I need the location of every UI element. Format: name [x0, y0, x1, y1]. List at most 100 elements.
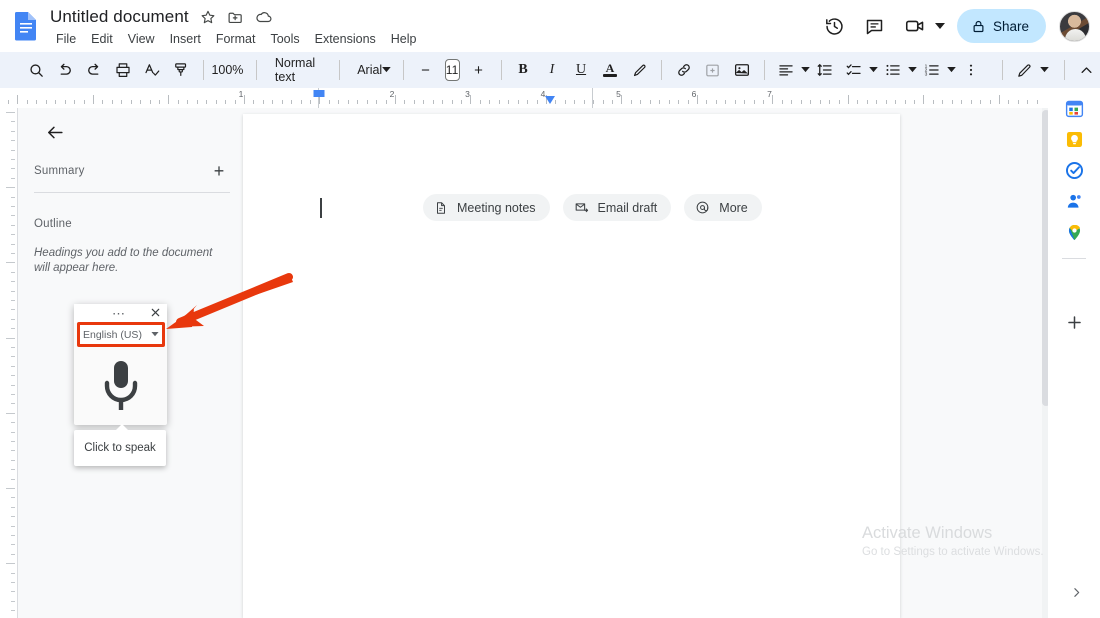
increase-font-size-button[interactable]: +: [465, 56, 493, 84]
text-cursor: [320, 198, 322, 218]
first-line-indent-marker[interactable]: [545, 96, 555, 104]
version-history-icon[interactable]: [817, 8, 853, 44]
ruler-tick: [196, 100, 198, 104]
redo-icon[interactable]: [80, 56, 108, 84]
print-icon[interactable]: [109, 56, 137, 84]
chip-meeting-notes[interactable]: Meeting notes: [423, 194, 550, 221]
editing-mode-dropdown-caret[interactable]: [1039, 56, 1049, 84]
add-summary-plus-icon[interactable]: +: [208, 160, 230, 182]
chevron-up-icon[interactable]: [1072, 56, 1100, 84]
left-indent-marker[interactable]: [313, 90, 325, 97]
paragraph-style-dropdown[interactable]: Normal text: [265, 56, 331, 84]
document-page[interactable]: Meeting notes Email draft More: [243, 114, 900, 618]
font-family-dropdown[interactable]: Arial: [347, 56, 395, 84]
checklist-dropdown-caret[interactable]: [869, 56, 878, 84]
highlight-pen-icon[interactable]: [625, 56, 653, 84]
chip-more[interactable]: More: [684, 194, 762, 221]
ruler-tick: [904, 100, 906, 104]
toolbar-divider: [500, 60, 502, 80]
ruler-tick: [11, 234, 15, 236]
ruler-tick: [6, 187, 15, 189]
ruler-tick: [6, 112, 15, 113]
line-spacing-icon[interactable]: [811, 56, 839, 84]
menu-extensions[interactable]: Extensions: [309, 30, 382, 49]
numbered-list-icon[interactable]: 123: [918, 56, 946, 84]
add-comment-icon[interactable]: [699, 56, 727, 84]
maps-icon[interactable]: [1058, 216, 1090, 248]
menu-view[interactable]: View: [122, 30, 161, 49]
video-camera-icon[interactable]: [897, 8, 933, 44]
move-to-folder-icon[interactable]: [227, 8, 245, 26]
pencil-editing-icon[interactable]: [1011, 56, 1039, 84]
close-icon[interactable]: [148, 305, 162, 319]
undo-icon[interactable]: [51, 56, 79, 84]
bold-button[interactable]: B: [509, 56, 537, 84]
paint-format-icon[interactable]: [167, 56, 195, 84]
italic-button[interactable]: I: [538, 56, 566, 84]
ruler-tick: [404, 100, 406, 104]
ruler-tick: [932, 100, 934, 104]
docs-logo-icon[interactable]: [12, 11, 40, 41]
numbered-list-dropdown-caret[interactable]: [947, 56, 956, 84]
insert-link-icon[interactable]: [670, 56, 698, 84]
ruler-tick: [11, 206, 15, 207]
bulleted-list-dropdown-caret[interactable]: [908, 56, 917, 84]
add-app-plus-icon[interactable]: [1058, 306, 1090, 338]
menu-file[interactable]: File: [50, 30, 82, 49]
menu-help[interactable]: Help: [385, 30, 423, 49]
page-title[interactable]: Untitled document: [50, 7, 189, 27]
bulleted-list-icon[interactable]: [879, 56, 907, 84]
align-left-icon[interactable]: [772, 56, 800, 84]
share-button[interactable]: Share: [956, 9, 1046, 43]
text-color-label: A: [605, 61, 615, 75]
horizontal-ruler[interactable]: 11234567: [0, 88, 1048, 108]
menu-edit[interactable]: Edit: [85, 30, 119, 49]
decrease-font-size-button[interactable]: −: [412, 56, 440, 84]
ruler-tick: [734, 100, 736, 104]
ruler-tick: [262, 100, 264, 104]
arrow-back-icon[interactable]: [40, 117, 70, 147]
voice-panel-more-options-icon[interactable]: ⋯: [112, 307, 127, 320]
chip-email-draft[interactable]: Email draft: [562, 194, 672, 221]
tasks-icon[interactable]: [1058, 154, 1090, 186]
ruler-tick: [140, 100, 142, 104]
keep-icon[interactable]: [1058, 123, 1090, 155]
ruler-tick: [83, 100, 85, 104]
align-dropdown-caret[interactable]: [801, 56, 810, 84]
ruler-tick: [11, 300, 15, 301]
ruler-tick: [177, 100, 179, 104]
google-docs-window: Untitled document File Edit View Insert …: [0, 0, 1100, 618]
chevron-down-icon[interactable]: [933, 8, 947, 44]
search-icon[interactable]: [22, 56, 50, 84]
underline-button[interactable]: U: [567, 56, 595, 84]
checklist-icon[interactable]: [840, 56, 868, 84]
insert-image-icon[interactable]: [728, 56, 756, 84]
menu-tools[interactable]: Tools: [264, 30, 305, 49]
ruler-tick: [838, 100, 840, 104]
ruler-tick: [800, 100, 802, 104]
chevron-right-icon[interactable]: [1064, 580, 1088, 604]
font-size-input[interactable]: 11: [444, 59, 460, 81]
more-options-icon[interactable]: [957, 56, 985, 84]
language-dropdown[interactable]: English (US): [78, 325, 163, 344]
avatar[interactable]: [1059, 10, 1090, 42]
spellcheck-icon[interactable]: [138, 56, 166, 84]
text-color-button[interactable]: A: [596, 56, 624, 84]
comment-icon[interactable]: [857, 8, 893, 44]
ruler-tick: [92, 95, 94, 104]
cloud-saved-icon[interactable]: [255, 8, 273, 26]
ruler-tick: [215, 100, 217, 104]
star-icon[interactable]: [199, 8, 217, 26]
menu-format[interactable]: Format: [210, 30, 262, 49]
ruler-tick: [11, 318, 15, 320]
ruler-tick: [11, 290, 15, 292]
zoom-dropdown[interactable]: 100%: [211, 56, 249, 84]
calendar-icon[interactable]: [1058, 92, 1090, 124]
outline-label: Outline: [34, 218, 72, 230]
ruler-tick: [26, 100, 28, 104]
chevron-down-icon: [869, 67, 878, 73]
microphone-button[interactable]: [74, 347, 167, 425]
menu-insert[interactable]: Insert: [164, 30, 207, 49]
ruler-tick: [470, 95, 472, 104]
contacts-icon[interactable]: [1058, 185, 1090, 217]
